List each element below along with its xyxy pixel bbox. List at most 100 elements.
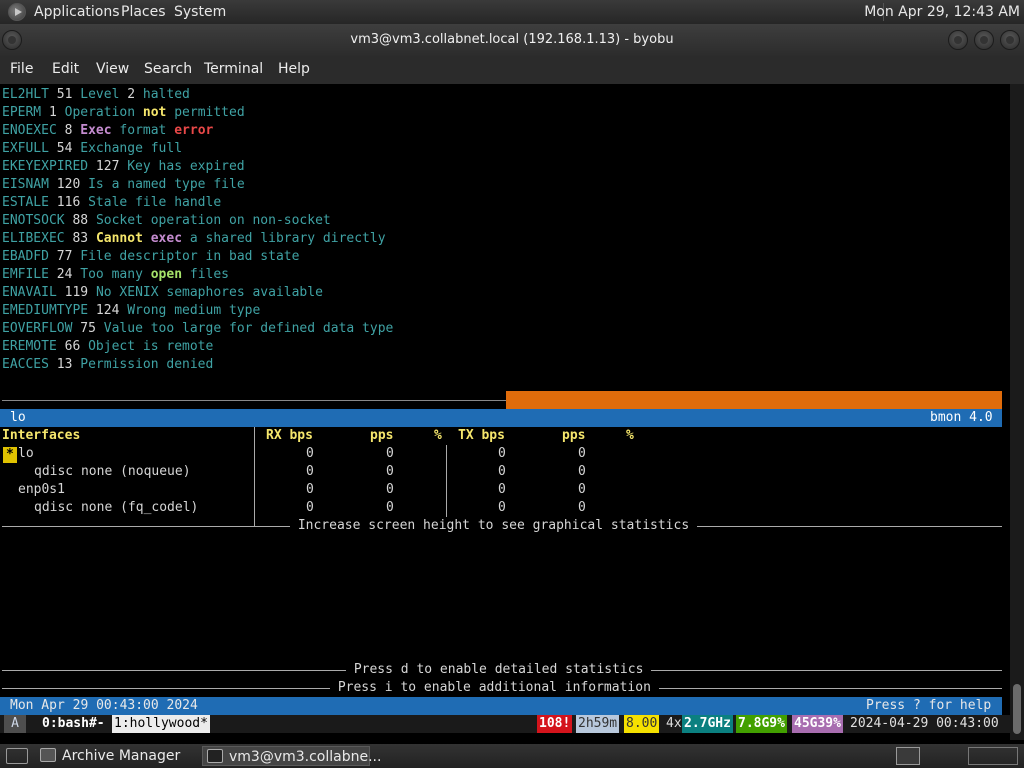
rx-pps-value: 0 [386, 464, 394, 479]
rx-pps-value: 0 [386, 482, 394, 497]
tx-pps-value: 0 [578, 464, 586, 479]
panel-clock[interactable]: Mon Apr 29, 12:43 AM [864, 3, 1020, 21]
errno-line: EKEYEXPIRED 127 Key has expired [2, 158, 245, 176]
menu-terminal[interactable]: Terminal [204, 61, 263, 77]
taskbar-archive-manager[interactable]: Archive Manager [36, 746, 196, 766]
errno-line: ELIBEXEC 83 Cannot exec a shared library… [2, 230, 386, 248]
byobu-datetime: 2024-04-29 00:43:00 [850, 716, 999, 731]
errno-description: Stale file handle [88, 195, 222, 210]
errno-description: Socket operation on non-socket [95, 213, 331, 228]
scrollbar-thumb[interactable] [1013, 684, 1021, 734]
column-divider [446, 445, 447, 526]
errno-name: ESTALE [2, 195, 49, 210]
bmon-status-bar: Mon Apr 29 00:43:00 2024 Press ? for hel… [0, 697, 1002, 715]
updates-badge: 108! [537, 715, 573, 733]
errno-number: 119 [64, 285, 89, 300]
errno-description: Level [80, 87, 128, 102]
errno-description: Permission denied [80, 357, 214, 372]
errno-line: EPERM 1 Operation not permitted [2, 104, 245, 122]
menu-file[interactable]: File [10, 61, 33, 77]
iface-label: qdisc none (fq_codel) [34, 500, 199, 515]
show-desktop-icon[interactable] [6, 748, 28, 764]
pane-divider [2, 400, 506, 401]
errno-description: a shared library directly [182, 231, 386, 246]
menu-view[interactable]: View [96, 61, 129, 77]
cpu-freq-badge: 2.7GHz [682, 715, 733, 733]
errno-description: No XENIX semaphores available [95, 285, 323, 300]
uptime-badge: 2h59m [576, 715, 620, 733]
window-title: vm3@vm3.collabnet.local (192.168.1.13) -… [350, 32, 674, 47]
errno-number: 83 [72, 231, 89, 246]
applications-logo-icon[interactable] [8, 3, 26, 21]
errno-number: 88 [72, 213, 89, 228]
places-menu[interactable]: Places [121, 3, 166, 21]
errno-name: EMFILE [2, 267, 49, 282]
info-message: Press i to enable additional information [330, 679, 659, 697]
errno-line: EISNAM 120 Is a named type file [2, 176, 245, 194]
menu-edit[interactable]: Edit [52, 61, 79, 77]
errno-name: EPERM [2, 105, 42, 120]
system-menu[interactable]: System [174, 3, 226, 21]
errno-line: EL2HLT 51 Level 2 halted [2, 86, 190, 104]
errno-description: open [150, 267, 183, 282]
errno-name: ENOEXEC [2, 123, 57, 138]
errno-line: EOVERFLOW 75 Value too large for defined… [2, 320, 393, 338]
errno-number: 66 [64, 339, 81, 354]
errno-description: exec [150, 231, 183, 246]
errno-name: EISNAM [2, 177, 49, 192]
workspace-switcher-icon[interactable] [896, 747, 920, 765]
errno-description: Too many [80, 267, 151, 282]
errno-name: EMEDIUMTYPE [2, 303, 89, 318]
rx-bps-value: 0 [306, 500, 314, 515]
terminal-scrollbar[interactable] [1010, 84, 1024, 740]
iface-label: qdisc none (noqueue) [34, 464, 191, 479]
errno-name: ENOTSOCK [2, 213, 65, 228]
rx-pps-value: 0 [386, 500, 394, 515]
errno-name: EKEYEXPIRED [2, 159, 89, 174]
load-badge: 8.00 [624, 715, 660, 733]
tx-pps-value: 0 [578, 446, 586, 461]
task-label: vm3@vm3.collabne... [229, 749, 382, 765]
window-titlebar[interactable]: vm3@vm3.collabnet.local (192.168.1.13) -… [0, 24, 1024, 56]
errno-name: EBADFD [2, 249, 49, 264]
bmon-iface-name: lo [10, 410, 26, 425]
bmon-version: bmon 4.0 [930, 410, 993, 425]
bottom-taskbar: Archive Manager vm3@vm3.collabne... [0, 744, 1024, 768]
rx-pct-header: % [434, 428, 442, 443]
errno-line: ENOEXEC 8 Exec format error [2, 122, 213, 140]
errno-description: format [111, 123, 175, 138]
errno-number: 24 [56, 267, 73, 282]
tx-bps-value: 0 [498, 464, 506, 479]
errno-description: Exec [80, 123, 112, 138]
taskbar-terminal[interactable]: vm3@vm3.collabne... [202, 746, 381, 766]
close-button-icon[interactable] [1000, 30, 1020, 50]
tx-bps-value: 0 [498, 500, 506, 515]
tx-bps-value: 0 [498, 482, 506, 497]
iface-label: enp0s1 [18, 482, 65, 497]
applications-menu[interactable]: Applications [34, 3, 120, 21]
rx-bps-header: RX bps [266, 428, 313, 443]
tx-pps-value: 0 [578, 500, 586, 515]
workspace-2[interactable] [968, 747, 1018, 765]
errno-name: EOVERFLOW [2, 321, 73, 336]
byobu-window-0[interactable]: 0:bash#- [40, 715, 107, 733]
errno-description: files [182, 267, 230, 282]
rx-bps-value: 0 [306, 446, 314, 461]
errno-number: 124 [95, 303, 120, 318]
errno-description: Exchange full [80, 141, 183, 156]
errno-number: 8 [64, 123, 73, 138]
errno-description: Cannot [95, 231, 143, 246]
byobu-window-1[interactable]: 1:hollywood* [112, 715, 210, 733]
errno-line: EMFILE 24 Too many open files [2, 266, 229, 284]
graph-message: Increase screen height to see graphical … [290, 517, 697, 535]
tx-pct-header: % [626, 428, 634, 443]
errno-description: Key has expired [127, 159, 245, 174]
errno-line: EACCES 13 Permission denied [2, 356, 213, 374]
column-divider [254, 427, 255, 526]
rx-bps-value: 0 [306, 464, 314, 479]
minimize-button-icon[interactable] [948, 30, 968, 50]
menu-help[interactable]: Help [278, 61, 310, 77]
menu-search[interactable]: Search [144, 61, 192, 77]
terminal-screen[interactable]: EL2HLT 51 Level 2 halted EPERM 1 Operatio… [0, 84, 1010, 740]
maximize-button-icon[interactable] [974, 30, 994, 50]
